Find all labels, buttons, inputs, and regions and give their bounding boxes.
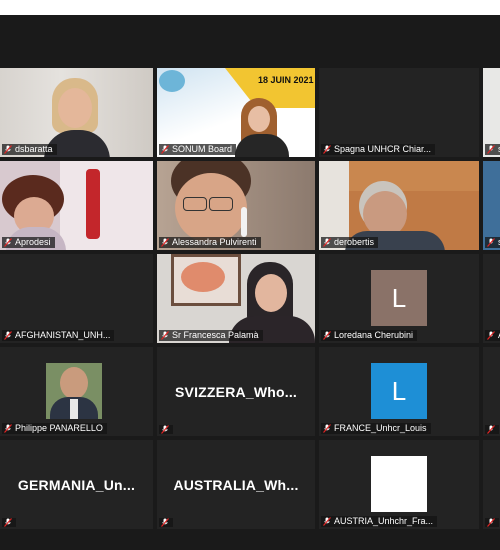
participant-display-name: GERMANIA_Un... <box>17 476 136 493</box>
mic-muted-icon <box>4 238 12 247</box>
participant-name-label: Philippe PANARELLO <box>2 423 107 434</box>
mic-muted-icon <box>487 238 495 247</box>
participant-display-name: AUSTRALIA_Wh... <box>173 476 299 493</box>
mic-muted-icon <box>161 331 169 340</box>
participant-name: Alessandra Pulvirenti <box>172 237 257 247</box>
participant-name-label <box>159 425 173 434</box>
participant-name-label: dsbaratta <box>2 144 57 155</box>
poster-date: 18 JUIN 2021 <box>258 75 314 85</box>
participant-photo <box>46 363 102 419</box>
participant-display-name: SVIZZERA_Who... <box>175 383 297 400</box>
participant-tile-aprodesi[interactable]: Aprodesi <box>0 161 153 250</box>
participant-tile-francesca[interactable]: Sr Francesca Palamà <box>157 254 315 343</box>
participant-name: dsbaratta <box>15 144 53 154</box>
participant-name-label: Loredana Cherubini <box>321 330 418 341</box>
participant-name-label: s <box>485 237 500 248</box>
participant-tile-edge-1[interactable]: s <box>483 68 500 157</box>
participant-avatar: L <box>371 363 427 419</box>
participant-avatar: L <box>371 270 427 326</box>
participant-name-label: A <box>485 330 500 341</box>
participant-name-label: s <box>485 144 500 155</box>
participant-name-label <box>485 425 499 434</box>
participant-name: AFGHANISTAN_UNH... <box>15 330 111 340</box>
participant-tile-svizzera[interactable]: SVIZZERA_Who... <box>157 347 315 436</box>
participant-name-label <box>485 518 499 527</box>
participant-name-label: Alessandra Pulvirenti <box>159 237 261 248</box>
participant-tile-edge-4[interactable] <box>483 347 500 436</box>
participant-name-label: FRANCE_Unhcr_Louis <box>321 423 431 434</box>
participant-tile-austria[interactable]: AUSTRIA_Unhchr_Fra... <box>319 440 479 529</box>
mic-muted-icon <box>323 145 331 154</box>
mic-muted-icon <box>161 425 169 434</box>
mic-muted-icon <box>323 331 331 340</box>
mic-muted-icon <box>4 424 12 433</box>
participant-tile-edge-3[interactable]: A <box>483 254 500 343</box>
mic-muted-icon <box>4 145 12 154</box>
participant-tile-dsbaratta[interactable]: dsbaratta <box>0 68 153 157</box>
participant-name-label: AUSTRIA_Unhchr_Fra... <box>321 516 438 527</box>
mic-muted-icon <box>4 331 12 340</box>
participant-name-label: Aprodesi <box>2 237 55 248</box>
mic-muted-icon <box>487 518 495 527</box>
participant-name-label: Spagna UNHCR Chiar... <box>321 144 436 155</box>
participant-name-label: SONUM Board <box>159 144 237 155</box>
participant-tile-afghanistan[interactable]: AFGHANISTAN_UNH... <box>0 254 153 343</box>
participant-tile-derobertis[interactable]: derobertis <box>319 161 479 250</box>
participant-name: FRANCE_Unhcr_Louis <box>334 423 427 433</box>
participant-name: derobertis <box>334 237 375 247</box>
participant-name: Loredana Cherubini <box>334 330 414 340</box>
participant-tile-sonum[interactable]: 18 JUIN 2021 SONUM Board <box>157 68 315 157</box>
participant-name-label <box>2 518 16 527</box>
mic-muted-icon <box>487 425 495 434</box>
participant-tile-edge-5[interactable] <box>483 440 500 529</box>
participant-name-label <box>159 518 173 527</box>
participant-avatar <box>371 456 427 512</box>
participant-tile-australia[interactable]: AUSTRALIA_Wh... <box>157 440 315 529</box>
participant-name: AUSTRIA_Unhchr_Fra... <box>334 516 434 526</box>
participant-tile-philippe[interactable]: Philippe PANARELLO <box>0 347 153 436</box>
video-gallery-grid: dsbaratta 18 JUIN 2021 SONUM Board Spagn… <box>0 15 500 550</box>
participant-tile-spagna[interactable]: Spagna UNHCR Chiar... <box>319 68 479 157</box>
participant-name-label: Sr Francesca Palamà <box>159 330 263 341</box>
participant-name: SONUM Board <box>172 144 233 154</box>
participant-tile-alessandra[interactable]: Alessandra Pulvirenti <box>157 161 315 250</box>
participant-name: Spagna UNHCR Chiar... <box>334 144 432 154</box>
mic-muted-icon <box>323 424 331 433</box>
participant-name: Philippe PANARELLO <box>15 423 103 433</box>
window-top-bar <box>0 0 500 15</box>
participant-name: Aprodesi <box>15 237 51 247</box>
participant-tile-edge-2[interactable]: s <box>483 161 500 250</box>
participant-name-label: AFGHANISTAN_UNH... <box>2 330 115 341</box>
participant-name-label: derobertis <box>321 237 379 248</box>
mic-muted-icon <box>161 145 169 154</box>
mic-muted-icon <box>4 518 12 527</box>
mic-muted-icon <box>487 331 495 340</box>
mic-muted-icon <box>487 145 495 154</box>
mic-muted-icon <box>161 238 169 247</box>
mic-muted-icon <box>323 517 331 526</box>
participant-tile-france[interactable]: L FRANCE_Unhcr_Louis <box>319 347 479 436</box>
participant-tile-loredana[interactable]: L Loredana Cherubini <box>319 254 479 343</box>
mic-muted-icon <box>161 518 169 527</box>
participant-tile-germania[interactable]: GERMANIA_Un... <box>0 440 153 529</box>
mic-muted-icon <box>323 238 331 247</box>
participant-name: Sr Francesca Palamà <box>172 330 259 340</box>
